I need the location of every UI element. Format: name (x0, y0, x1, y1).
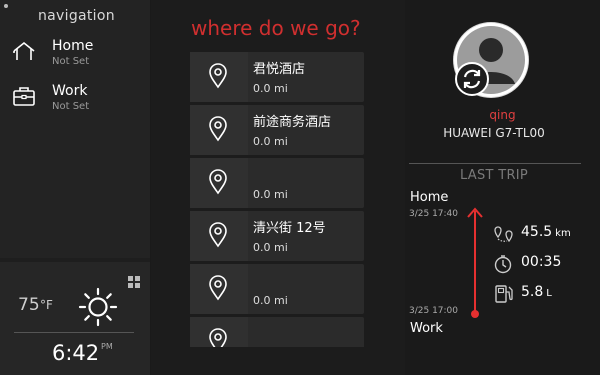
trip-fuel-unit: L (546, 288, 552, 299)
grid-icon[interactable] (128, 276, 140, 288)
trip-destination-label: Home (410, 190, 449, 205)
destination-list[interactable]: 君悦酒店 0.0 mi 前途商务酒店 0.0 mi 0.0 mi 清兴街 12号… (190, 52, 364, 347)
destination-item[interactable]: 0.0 mi (190, 158, 364, 208)
timer-icon (494, 255, 512, 274)
trip-end-time: 3/25 17:40 (409, 209, 459, 219)
trip-duration: 00:35 (493, 252, 593, 276)
divider (409, 163, 581, 164)
destination-distance: 0.0 mi (253, 241, 288, 254)
trip-distance-unit: km (555, 228, 571, 239)
last-trip-title: LAST TRIP (459, 168, 529, 183)
location-pin-icon (209, 275, 227, 301)
location-pin-icon (209, 169, 227, 195)
trip-distance: 45.5 km (493, 222, 593, 246)
trip-fuel-value: 5.8 (521, 284, 544, 300)
trip-fuel: 5.8 L (493, 282, 593, 306)
nav-item-work-status: Not Set (52, 101, 90, 112)
destination-distance: 0.0 mi (253, 82, 288, 95)
destination-name: 前途商务酒店 (253, 115, 332, 130)
temperature-value: 75 (18, 295, 40, 315)
destination-item[interactable]: 清兴街 12号 0.0 mi (190, 211, 364, 261)
fuel-pump-icon (495, 285, 513, 303)
sync-button[interactable] (455, 62, 489, 96)
location-pin-icon (209, 63, 227, 89)
navigation-card: navigation Home Not Set Work Not Set (0, 0, 150, 258)
destination-item[interactable] (190, 317, 364, 347)
weather-clock-card[interactable]: 75 °F 6:42 PM (0, 262, 150, 375)
destination-distance: 0.0 mi (253, 294, 288, 307)
destinations-title: where do we go? (191, 16, 361, 40)
destination-distance: 0.0 mi (253, 135, 288, 148)
clock-time: 6:42 (52, 341, 100, 365)
left-panel: navigation Home Not Set Work Not Set 75 … (0, 0, 150, 375)
location-pin-icon (209, 222, 227, 248)
pin-box (190, 52, 248, 102)
trip-origin-label: Work (410, 321, 443, 336)
destination-item[interactable]: 0.0 mi (190, 264, 364, 314)
divider (14, 332, 134, 333)
username: qing (489, 108, 516, 122)
briefcase-icon (13, 87, 35, 106)
trip-start-time: 3/25 17:00 (409, 306, 459, 316)
device-name: HUAWEI G7-TL00 (443, 126, 545, 140)
destination-distance: 0.0 mi (253, 188, 288, 201)
trip-arrow-icon (467, 207, 483, 318)
profile-panel: qing HUAWEI G7-TL00 LAST TRIP Home 3/25 … (405, 0, 600, 375)
route-icon (494, 226, 513, 243)
home-icon (13, 41, 35, 60)
nav-item-work-label: Work (52, 83, 88, 99)
clock-ampm: PM (101, 342, 113, 351)
destination-name: 君悦酒店 (253, 62, 306, 77)
trip-duration-value: 00:35 (521, 254, 562, 270)
navigation-title: navigation (38, 8, 115, 24)
trip-distance-value: 45.5 (521, 224, 553, 240)
page-indicator-dot (4, 4, 8, 8)
destination-item[interactable]: 君悦酒店 0.0 mi (190, 52, 364, 102)
sun-icon (78, 287, 118, 327)
nav-item-home[interactable]: Home Not Set (0, 36, 150, 78)
pin-box (190, 264, 248, 314)
nav-item-home-status: Not Set (52, 56, 90, 67)
location-pin-icon (209, 116, 227, 142)
pin-box (190, 317, 248, 347)
destination-item[interactable]: 前途商务酒店 0.0 mi (190, 105, 364, 155)
sync-icon (463, 69, 481, 89)
temperature-unit: °F (40, 298, 53, 312)
destination-name: 清兴街 12号 (253, 221, 326, 236)
pin-box (190, 211, 248, 261)
pin-box (190, 105, 248, 155)
nav-item-home-label: Home (52, 38, 94, 54)
destinations-panel: where do we go? 君悦酒店 0.0 mi 前途商务酒店 0.0 m… (151, 0, 405, 375)
location-pin-icon (209, 328, 227, 347)
pin-box (190, 158, 248, 208)
nav-item-work[interactable]: Work Not Set (0, 81, 150, 123)
